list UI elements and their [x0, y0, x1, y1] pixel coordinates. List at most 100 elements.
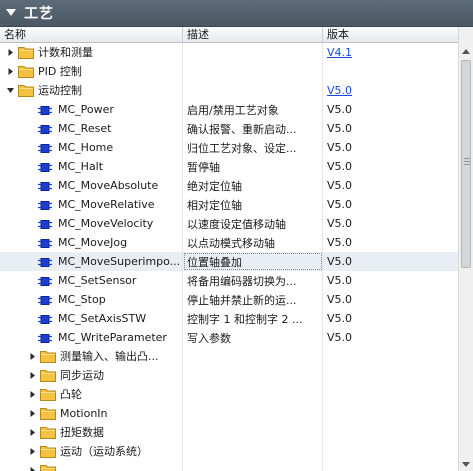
description-cell [183, 62, 323, 81]
tree-block-row[interactable]: MC_Home 归位工艺对象、设定... V5.0 [0, 138, 458, 157]
name-cell: 扭矩数据 [0, 423, 183, 442]
description-cell: 确认报警、重新启动... [183, 119, 323, 138]
folder-label: 运动（运动系统） [60, 445, 148, 458]
tree-folder-row[interactable]: 运动控制 V5.0 [0, 81, 458, 100]
description-cell [183, 81, 323, 100]
version-text: V5.0 [327, 217, 353, 230]
tree-block-row[interactable]: MC_MoveRelative 相对定位轴 V5.0 [0, 195, 458, 214]
description-cell [183, 347, 323, 366]
name-cell: MC_Power [0, 100, 183, 119]
tree-folder-row[interactable]: PID 控制 [0, 62, 458, 81]
expand-arrow-icon[interactable] [6, 67, 15, 76]
column-header-version[interactable]: 版本 [323, 27, 458, 43]
tree-folder-row[interactable] [0, 461, 458, 471]
folder-icon [40, 388, 56, 401]
version-link[interactable]: V5.0 [327, 84, 352, 97]
tree-block-row[interactable]: MC_Halt 暂停轴 V5.0 [0, 157, 458, 176]
scroll-up-icon[interactable] [459, 44, 473, 58]
version-cell [323, 62, 458, 81]
version-text: V5.0 [327, 331, 353, 344]
panel-title: 工艺 [24, 6, 54, 22]
description-cell [183, 461, 323, 471]
scroll-down-icon[interactable] [459, 457, 473, 471]
version-cell: V5.0 [323, 233, 458, 252]
description-cell: 位置轴叠加 [183, 252, 323, 271]
tree-block-row[interactable]: MC_Reset 确认报警、重新启动... V5.0 [0, 119, 458, 138]
tree-folder-row[interactable]: 运动（运动系统） [0, 442, 458, 461]
vertical-scrollbar[interactable] [458, 27, 473, 471]
tree-folder-row[interactable]: 同步运动 [0, 366, 458, 385]
function-block-icon [38, 295, 52, 305]
version-cell: V5.0 [323, 119, 458, 138]
description-cell: 暂停轴 [183, 157, 323, 176]
folder-label: 计数和测量 [38, 46, 93, 59]
tree-folder-row[interactable]: 计数和测量 V4.1 [0, 43, 458, 62]
version-text: V5.0 [327, 160, 353, 173]
description-cell [183, 404, 323, 423]
folder-label: 测量输入、输出凸... [60, 350, 159, 363]
block-label: MC_MoveVelocity [58, 217, 154, 230]
folder-icon [40, 445, 56, 458]
tree-folder-row[interactable]: 测量输入、输出凸... [0, 347, 458, 366]
function-block-icon [38, 333, 52, 343]
column-header-name[interactable]: 名称 [0, 27, 183, 43]
version-text: V5.0 [327, 198, 353, 211]
expand-arrow-icon[interactable] [28, 352, 37, 361]
tree-block-row[interactable]: MC_SetSensor 将备用编码器切换为... V5.0 [0, 271, 458, 290]
version-cell [323, 347, 458, 366]
folder-label: 运动控制 [38, 84, 82, 97]
name-cell: 同步运动 [0, 366, 183, 385]
name-cell: MotionIn [0, 404, 183, 423]
column-header-description[interactable]: 描述 [183, 27, 323, 43]
tree-folder-row[interactable]: 扭矩数据 [0, 423, 458, 442]
version-text: V5.0 [327, 236, 353, 249]
name-cell [0, 461, 183, 471]
tree-folder-row[interactable]: 凸轮 [0, 385, 458, 404]
name-cell: MC_Reset [0, 119, 183, 138]
name-cell: MC_SetAxisSTW [0, 309, 183, 328]
version-cell [323, 461, 458, 471]
description-cell: 将备用编码器切换为... [183, 271, 323, 290]
function-block-icon [38, 105, 52, 115]
name-cell: MC_MoveJog [0, 233, 183, 252]
folder-icon [40, 407, 56, 420]
version-cell: V5.0 [323, 252, 458, 271]
version-cell: V5.0 [323, 81, 458, 100]
folder-label: 凸轮 [60, 388, 82, 401]
name-cell: MC_MoveAbsolute [0, 176, 183, 195]
tree-block-row[interactable]: MC_MoveSuperimpo... 位置轴叠加 V5.0 [0, 252, 458, 271]
version-link[interactable]: V4.1 [327, 46, 352, 59]
tree-block-row[interactable]: MC_Stop 停止轴并禁止新的运... V5.0 [0, 290, 458, 309]
collapse-triangle-icon[interactable] [4, 6, 18, 20]
tree-block-row[interactable]: MC_MoveJog 以点动模式移动轴 V5.0 [0, 233, 458, 252]
expand-arrow-icon[interactable] [28, 371, 37, 380]
expand-arrow-icon[interactable] [6, 48, 15, 57]
expand-arrow-icon[interactable] [28, 447, 37, 456]
version-text: V5.0 [327, 293, 353, 306]
description-cell: 写入参数 [183, 328, 323, 347]
name-cell: MC_MoveVelocity [0, 214, 183, 233]
block-label: MC_Stop [58, 293, 106, 306]
collapse-arrow-icon[interactable] [6, 86, 15, 95]
version-text: V5.0 [327, 122, 353, 135]
expand-arrow-icon[interactable] [28, 409, 37, 418]
name-cell: MC_Halt [0, 157, 183, 176]
version-cell [323, 423, 458, 442]
tree-table: 计数和测量 V4.1 PID 控制运动控制 V5.0 MC_Power 启用/禁用工艺对象… [0, 43, 458, 471]
description-cell [183, 43, 323, 62]
tree-block-row[interactable]: MC_SetAxisSTW 控制字 1 和控制字 2 ... V5.0 [0, 309, 458, 328]
name-cell: MC_SetSensor [0, 271, 183, 290]
folder-icon [40, 464, 56, 471]
version-text: V5.0 [327, 274, 353, 287]
tree-block-row[interactable]: MC_WriteParameter 写入参数 V5.0 [0, 328, 458, 347]
expand-arrow-icon[interactable] [28, 428, 37, 437]
description-cell [183, 366, 323, 385]
scrollbar-thumb[interactable] [461, 60, 471, 268]
tree-block-row[interactable]: MC_Power 启用/禁用工艺对象 V5.0 [0, 100, 458, 119]
expand-arrow-icon[interactable] [28, 390, 37, 399]
tree-block-row[interactable]: MC_MoveVelocity 以速度设定值移动轴 V5.0 [0, 214, 458, 233]
tree-folder-row[interactable]: MotionIn [0, 404, 458, 423]
tree-block-row[interactable]: MC_MoveAbsolute 绝对定位轴 V5.0 [0, 176, 458, 195]
expand-arrow-icon[interactable] [28, 466, 37, 471]
version-text: V5.0 [327, 179, 353, 192]
